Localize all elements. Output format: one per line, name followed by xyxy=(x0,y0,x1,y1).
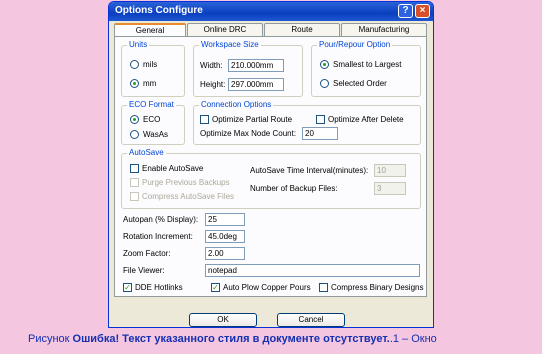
title-bar: Options Configure ? × xyxy=(109,2,433,21)
window-title: Options Configure xyxy=(115,5,203,16)
dde-hotlinks-label: DDE Hotlinks xyxy=(135,283,183,292)
auto-plow-checkbox[interactable]: ✓ xyxy=(211,283,220,292)
zoom-factor-label: Zoom Factor: xyxy=(123,249,171,258)
enable-autosave-label: Enable AutoSave xyxy=(142,164,204,173)
tab-route[interactable]: Route xyxy=(264,23,340,36)
mm-label: mm xyxy=(143,79,157,88)
purge-backups-checkbox xyxy=(130,178,139,187)
tab-manufacturing[interactable]: Manufacturing xyxy=(341,23,427,36)
compress-binary-checkbox[interactable] xyxy=(319,283,328,292)
optimize-after-delete-checkbox[interactable] xyxy=(316,115,325,124)
figure-caption: Рисунок Ошибка! Текст указанного стиля в… xyxy=(28,333,437,345)
enable-autosave-checkbox[interactable] xyxy=(130,164,139,173)
auto-plow-label: Auto Plow Copper Pours xyxy=(223,283,311,292)
help-icon[interactable]: ? xyxy=(398,4,413,18)
connection-group-label: Connection Options xyxy=(199,100,274,109)
workspace-group-label: Workspace Size xyxy=(199,40,261,49)
units-group-label: Units xyxy=(127,40,150,49)
autosave-interval-input: 10 xyxy=(374,164,406,177)
autopan-input[interactable]: 25 xyxy=(205,213,245,226)
eco-group-label: ECO Format xyxy=(127,100,176,109)
optimize-partial-route-checkbox[interactable] xyxy=(200,115,209,124)
backup-files-input: 3 xyxy=(374,182,406,195)
units-group: Units mils mm xyxy=(121,40,185,97)
smallest-to-largest-label: Smallest to Largest xyxy=(333,60,402,69)
autosave-group: AutoSave Enable AutoSave Purge Previous … xyxy=(121,148,421,209)
backup-files-label: Number of Backup Files: xyxy=(250,184,338,193)
smallest-to-largest-radio[interactable] xyxy=(320,60,329,69)
pour-group: Pour/Repour Option Smallest to Largest S… xyxy=(311,40,421,97)
caption-error: Ошибка! Текст указанного стиля в докумен… xyxy=(72,333,390,345)
eco-group: ECO Format ECO WasAs xyxy=(121,100,185,145)
file-viewer-label: File Viewer: xyxy=(123,266,165,275)
eco-radio[interactable] xyxy=(130,115,139,124)
connection-group: Connection Options Optimize Partial Rout… xyxy=(193,100,421,145)
optimize-after-delete-label: Optimize After Delete xyxy=(328,115,404,124)
height-label: Height: xyxy=(200,80,226,89)
width-input[interactable]: 210.000mm xyxy=(228,59,284,72)
cancel-button[interactable]: Cancel xyxy=(277,313,345,327)
close-icon[interactable]: × xyxy=(415,4,430,18)
mm-radio[interactable] xyxy=(130,79,139,88)
ok-button[interactable]: OK xyxy=(189,313,257,327)
tab-general[interactable]: General xyxy=(114,23,186,37)
zoom-factor-input[interactable]: 2.00 xyxy=(205,247,245,260)
selected-order-label: Selected Order xyxy=(333,79,387,88)
tab-online-drc[interactable]: Online DRC xyxy=(187,23,263,36)
purge-backups-label: Purge Previous Backups xyxy=(142,178,230,187)
height-input[interactable]: 297.000mm xyxy=(228,78,284,91)
compress-binary-label: Compress Binary Designs xyxy=(331,283,424,292)
options-configure-dialog: Options Configure ? × General Online DRC… xyxy=(108,1,434,328)
wasas-radio[interactable] xyxy=(130,130,139,139)
workspace-group: Workspace Size Width: 210.000mm Height: … xyxy=(193,40,303,97)
mils-label: mils xyxy=(143,60,158,69)
optimize-partial-route-label: Optimize Partial Route xyxy=(212,115,293,124)
wasas-label: WasAs xyxy=(143,130,169,139)
dde-hotlinks-checkbox[interactable]: ✓ xyxy=(123,283,132,292)
general-panel: Units mils mm Workspace Size Width: 210.… xyxy=(114,36,427,297)
max-node-count-label: Optimize Max Node Count: xyxy=(200,129,297,138)
selected-order-radio[interactable] xyxy=(320,79,329,88)
rotation-increment-label: Rotation Increment: xyxy=(123,232,193,241)
pour-group-label: Pour/Repour Option xyxy=(317,40,393,49)
autosave-group-label: AutoSave xyxy=(127,148,166,157)
file-viewer-input[interactable]: notepad xyxy=(205,264,420,277)
width-label: Width: xyxy=(200,61,223,70)
compress-autosave-checkbox xyxy=(130,192,139,201)
autosave-interval-label: AutoSave Time Interval(minutes): xyxy=(250,166,369,175)
rotation-increment-input[interactable]: 45.0deg xyxy=(205,230,245,243)
caption-suffix: .1 – Окно xyxy=(389,333,437,345)
autopan-label: Autopan (% Display): xyxy=(123,215,199,224)
eco-label: ECO xyxy=(143,115,161,124)
max-node-count-input[interactable]: 20 xyxy=(302,127,338,140)
caption-prefix: Рисунок xyxy=(28,333,73,345)
mils-radio[interactable] xyxy=(130,60,139,69)
compress-autosave-label: Compress AutoSave Files xyxy=(142,192,235,201)
